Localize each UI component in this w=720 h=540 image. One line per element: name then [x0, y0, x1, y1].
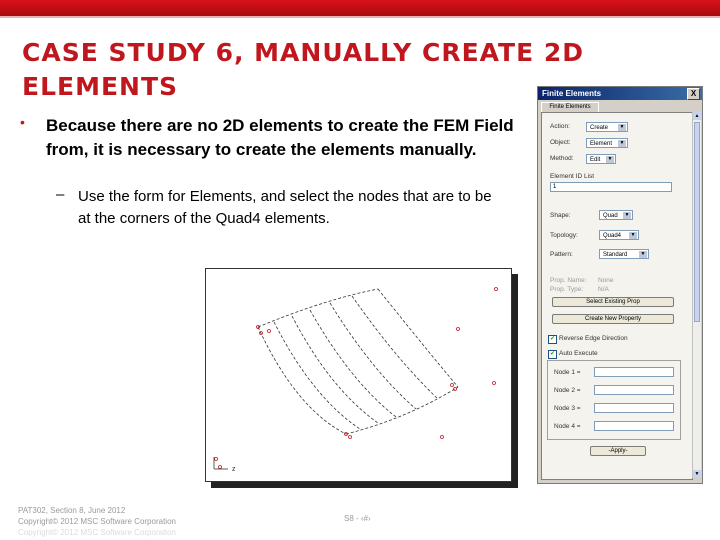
create-new-property-button[interactable]: Create New Property — [552, 314, 674, 324]
action-value: Create — [590, 125, 609, 131]
shape-value: Quad — [603, 213, 618, 219]
bullet-text: Because there are no 2D elements to crea… — [46, 116, 514, 159]
select-existing-prop-button[interactable]: Select Existing Prop — [552, 297, 674, 307]
chevron-down-icon: ▼ — [606, 156, 614, 163]
axis-label: z — [232, 466, 236, 473]
sub-bullet-marker: – — [56, 186, 65, 203]
footer: PAT302, Section 8, June 2012 Copyright© … — [18, 505, 176, 538]
method-label: Method: — [550, 155, 574, 162]
close-icon[interactable]: X — [687, 88, 700, 100]
node3-field[interactable] — [594, 403, 674, 413]
footer-course: PAT302, Section 8, June 2012 — [18, 506, 126, 515]
element-id-label: Element ID List — [550, 173, 595, 180]
element-id-field[interactable]: 1 — [550, 182, 672, 192]
node-group: Node 1 = Node 2 = Node 3 = Node 4 = — [547, 360, 681, 440]
dialog-titlebar: Finite Elements X — [538, 87, 702, 100]
object-label: Object: — [550, 139, 571, 146]
shape-label: Shape: — [550, 212, 571, 219]
node1-field[interactable] — [594, 367, 674, 377]
shape-dropdown[interactable]: Quad ▼ — [599, 210, 633, 220]
topology-label: Topology: — [550, 232, 578, 239]
bullet-marker: • — [20, 114, 25, 130]
scroll-up-icon[interactable]: ▲ — [693, 112, 701, 120]
object-value: Element — [590, 141, 613, 147]
model-viewport-image: z — [205, 268, 512, 482]
dialog-title: Finite Elements — [542, 89, 602, 98]
method-value: Edit — [590, 157, 601, 163]
prop-name-value: None — [598, 277, 614, 284]
node1-label: Node 1 = — [554, 369, 581, 376]
dialog-body: Action: Create ▼ Object: Element ▼ Metho… — [541, 112, 693, 480]
mesh-drawing: z — [213, 287, 498, 473]
node4-label: Node 4 = — [554, 423, 581, 430]
reverse-edge-label: Reverse Edge Direction — [559, 335, 628, 342]
top-accent-bar — [0, 0, 720, 16]
chevron-down-icon: ▼ — [618, 124, 626, 131]
chevron-down-icon: ▼ — [623, 212, 631, 219]
auto-execute-label: Auto Execute — [559, 350, 598, 357]
node2-field[interactable] — [594, 385, 674, 395]
pattern-value: Standard — [603, 252, 628, 258]
chevron-down-icon: ▼ — [618, 140, 626, 147]
page-number: S8 - ‹#› — [344, 514, 371, 523]
reverse-edge-checkbox[interactable]: ✔ — [548, 335, 557, 344]
prop-name-label: Prop. Name: — [550, 277, 587, 284]
axis-triad-icon — [213, 457, 228, 470]
scroll-down-icon[interactable]: ▼ — [693, 470, 701, 478]
footer-copyright: Copyright© 2012 MSC Software Corporation — [18, 517, 176, 526]
surface-lines — [257, 288, 459, 435]
node4-field[interactable] — [594, 421, 674, 431]
topology-dropdown[interactable]: Quad4 ▼ — [599, 230, 639, 240]
scrollbar-thumb[interactable] — [694, 122, 700, 322]
tab-finite-elements[interactable]: Finite Elements — [541, 102, 599, 112]
apply-button[interactable]: -Apply- — [590, 446, 646, 456]
topology-value: Quad4 — [603, 233, 622, 239]
dialog-scrollbar[interactable]: ▲ ▼ — [692, 112, 701, 478]
action-dropdown[interactable]: Create ▼ — [586, 122, 628, 132]
action-label: Action: — [550, 123, 570, 130]
node2-label: Node 2 = — [554, 387, 581, 394]
footer-copyright-shadow: Copyright© 2012 MSC Software Corporation — [18, 528, 176, 537]
prop-type-label: Prop. Type: — [550, 286, 584, 293]
pattern-dropdown[interactable]: Standard ▼ — [599, 249, 649, 259]
auto-execute-checkbox[interactable]: ✔ — [548, 350, 557, 359]
node3-label: Node 3 = — [554, 405, 581, 412]
object-dropdown[interactable]: Element ▼ — [586, 138, 628, 148]
method-dropdown[interactable]: Edit ▼ — [586, 154, 616, 164]
pattern-label: Pattern: — [550, 251, 573, 258]
prop-type-value: N/A — [598, 286, 609, 293]
chevron-down-icon: ▼ — [639, 251, 647, 258]
top-accent-line — [0, 16, 720, 18]
slide-title: CASE STUDY 6, MANUALLY CREATE 2D ELEMENT… — [22, 38, 585, 101]
finite-elements-dialog: Finite Elements X Finite Elements Action… — [537, 86, 703, 484]
sub-bullet-text: Use the form for Elements, and select th… — [78, 188, 492, 227]
chevron-down-icon: ▼ — [629, 232, 637, 239]
